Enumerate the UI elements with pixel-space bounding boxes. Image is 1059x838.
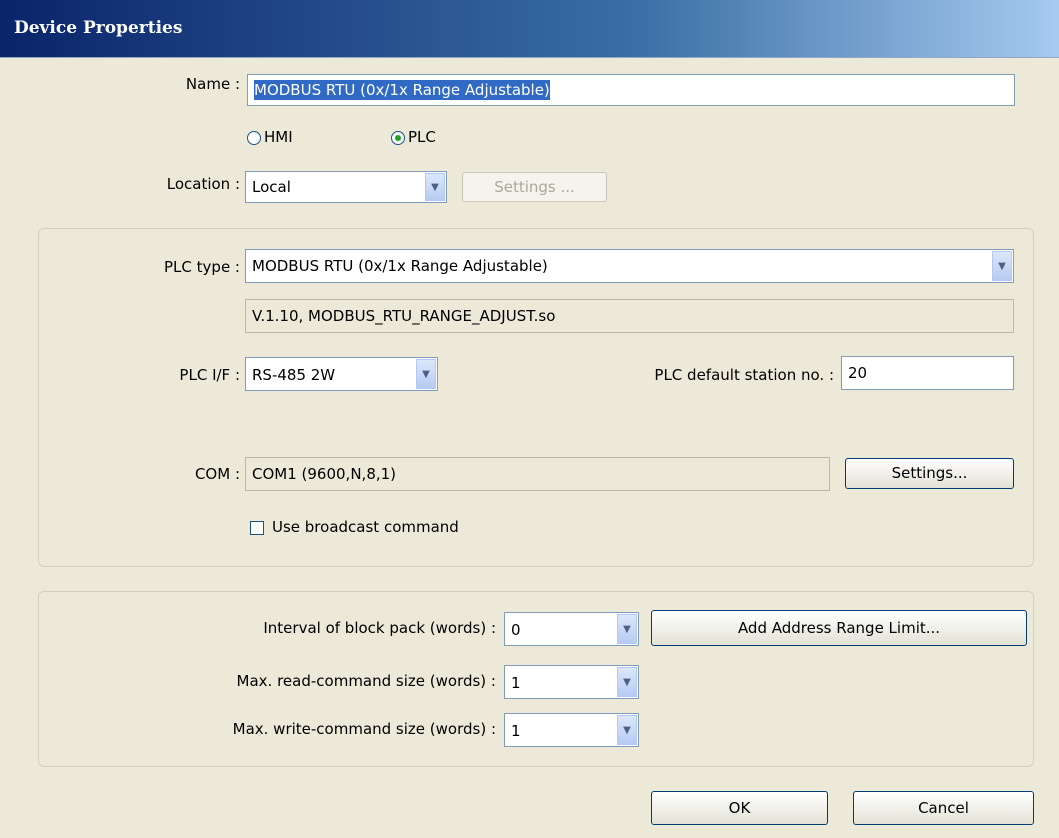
window-title: Device Properties xyxy=(14,18,183,38)
plc-if-select-value: RS-485 2W xyxy=(252,366,336,384)
cancel-button[interactable]: Cancel xyxy=(853,791,1034,825)
plc-if-label: PLC I/F : xyxy=(179,366,240,384)
plc-type-label: PLC type : xyxy=(164,258,240,276)
station-input[interactable]: 20 xyxy=(841,356,1014,390)
name-input[interactable]: MODBUS RTU (0x/1x Range Adjustable) xyxy=(247,74,1015,106)
hmi-radio[interactable] xyxy=(247,131,261,145)
max-read-label: Max. read-command size (words) : xyxy=(236,672,496,690)
com-field: COM1 (9600,N,8,1) xyxy=(245,457,830,491)
location-label: Location : xyxy=(166,175,240,193)
com-settings-button[interactable]: Settings... xyxy=(845,458,1014,489)
interval-select-value: 0 xyxy=(511,621,521,639)
name-input-value: MODBUS RTU (0x/1x Range Adjustable) xyxy=(254,80,550,100)
broadcast-label: Use broadcast command xyxy=(272,518,459,536)
station-label: PLC default station no. : xyxy=(654,366,834,384)
plc-radio[interactable] xyxy=(391,131,405,145)
location-select[interactable]: Local ▼ xyxy=(245,171,447,203)
max-read-select[interactable]: 1 ▼ xyxy=(504,665,639,699)
chevron-down-icon[interactable]: ▼ xyxy=(416,359,436,389)
interval-label: Interval of block pack (words) : xyxy=(263,619,496,637)
plc-radio-label: PLC xyxy=(408,128,436,146)
plc-type-select-value: MODBUS RTU (0x/1x Range Adjustable) xyxy=(252,257,548,275)
max-write-label: Max. write-command size (words) : xyxy=(232,720,496,738)
plc-radio-dot xyxy=(395,135,401,141)
hmi-radio-label: HMI xyxy=(264,128,293,146)
max-write-select-value: 1 xyxy=(511,722,521,740)
location-select-value: Local xyxy=(252,178,291,196)
max-write-select[interactable]: 1 ▼ xyxy=(504,713,639,747)
max-read-select-value: 1 xyxy=(511,674,521,692)
com-label: COM : xyxy=(194,465,240,483)
ok-button[interactable]: OK xyxy=(651,791,828,825)
plc-type-select[interactable]: MODBUS RTU (0x/1x Range Adjustable) ▼ xyxy=(245,249,1014,283)
chevron-down-icon[interactable]: ▼ xyxy=(992,251,1012,281)
chevron-down-icon[interactable]: ▼ xyxy=(617,715,637,745)
plc-if-select[interactable]: RS-485 2W ▼ xyxy=(245,357,438,391)
name-label: Name : xyxy=(185,75,240,93)
chevron-down-icon[interactable]: ▼ xyxy=(425,173,445,201)
location-settings-button[interactable]: Settings ... xyxy=(462,172,607,202)
chevron-down-icon[interactable]: ▼ xyxy=(617,614,637,644)
chevron-down-icon[interactable]: ▼ xyxy=(617,667,637,697)
interval-select[interactable]: 0 ▼ xyxy=(504,612,639,646)
add-address-range-limit-button[interactable]: Add Address Range Limit... xyxy=(651,610,1027,646)
driver-info-field: V.1.10, MODBUS_RTU_RANGE_ADJUST.so xyxy=(245,299,1014,333)
broadcast-checkbox[interactable] xyxy=(250,521,264,535)
